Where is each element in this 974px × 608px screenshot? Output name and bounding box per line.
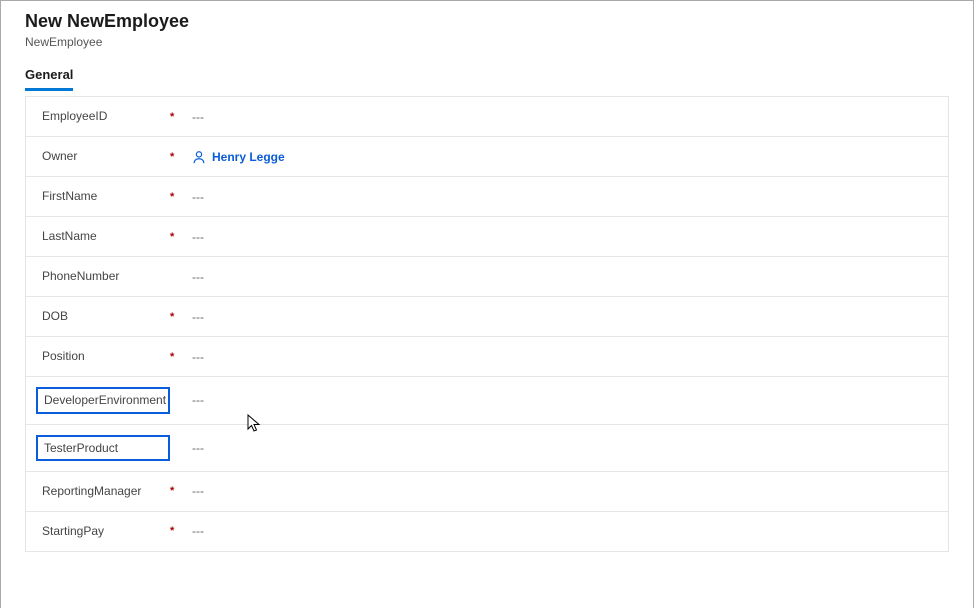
form-container: EmployeeID * --- Owner * Henry Legge Fir… (25, 96, 949, 552)
field-row-phonenumber: PhoneNumber --- (26, 257, 948, 297)
page-wrapper: New NewEmployee NewEmployee General Empl… (0, 0, 974, 608)
field-value-reportingmanager[interactable]: --- (184, 484, 204, 498)
tabs: General (25, 63, 949, 92)
required-mark: * (170, 231, 184, 243)
field-value-firstname[interactable]: --- (184, 190, 204, 204)
field-value-position[interactable]: --- (184, 350, 204, 364)
field-row-employeeid: EmployeeID * --- (26, 97, 948, 137)
field-value-developerenvironment[interactable]: --- (184, 393, 204, 407)
required-mark: * (170, 151, 184, 163)
tab-general[interactable]: General (25, 63, 73, 91)
field-row-dob: DOB * --- (26, 297, 948, 337)
required-mark: * (170, 191, 184, 203)
field-label-dob: DOB (42, 309, 170, 323)
field-value-employeeid[interactable]: --- (184, 110, 204, 124)
field-value-owner[interactable]: Henry Legge (184, 150, 285, 164)
required-mark: * (170, 525, 184, 537)
field-row-firstname: FirstName * --- (26, 177, 948, 217)
field-label-employeeid: EmployeeID (42, 109, 170, 123)
field-row-testerproduct: TesterProduct --- (26, 425, 948, 472)
form-header: New NewEmployee NewEmployee General (1, 1, 973, 92)
field-value-dob[interactable]: --- (184, 310, 204, 324)
field-label-lastname: LastName (42, 229, 170, 243)
field-row-developerenvironment: DeveloperEnvironment --- (26, 377, 948, 424)
required-mark: * (170, 111, 184, 123)
field-label-firstname: FirstName (42, 189, 170, 203)
field-value-testerproduct[interactable]: --- (184, 441, 204, 455)
field-value-startingpay[interactable]: --- (184, 524, 204, 538)
person-icon (192, 150, 206, 164)
owner-name: Henry Legge (212, 150, 285, 164)
field-label-reportingmanager: ReportingManager (42, 484, 170, 498)
field-label-position: Position (42, 349, 170, 363)
field-value-lastname[interactable]: --- (184, 230, 204, 244)
field-row-owner: Owner * Henry Legge (26, 137, 948, 177)
page-subtitle: NewEmployee (25, 35, 949, 49)
required-mark: * (170, 485, 184, 497)
field-row-reportingmanager: ReportingManager * --- (26, 472, 948, 512)
field-row-lastname: LastName * --- (26, 217, 948, 257)
required-mark: * (170, 351, 184, 363)
required-mark: * (170, 311, 184, 323)
field-label-testerproduct: TesterProduct (36, 435, 170, 461)
page-title: New NewEmployee (25, 9, 949, 34)
field-label-phonenumber: PhoneNumber (42, 269, 170, 283)
field-label-startingpay: StartingPay (42, 524, 170, 538)
field-row-startingpay: StartingPay * --- (26, 512, 948, 552)
field-label-developerenvironment: DeveloperEnvironment (36, 387, 170, 413)
field-value-phonenumber[interactable]: --- (184, 270, 204, 284)
field-label-owner: Owner (42, 149, 170, 163)
field-row-position: Position * --- (26, 337, 948, 377)
